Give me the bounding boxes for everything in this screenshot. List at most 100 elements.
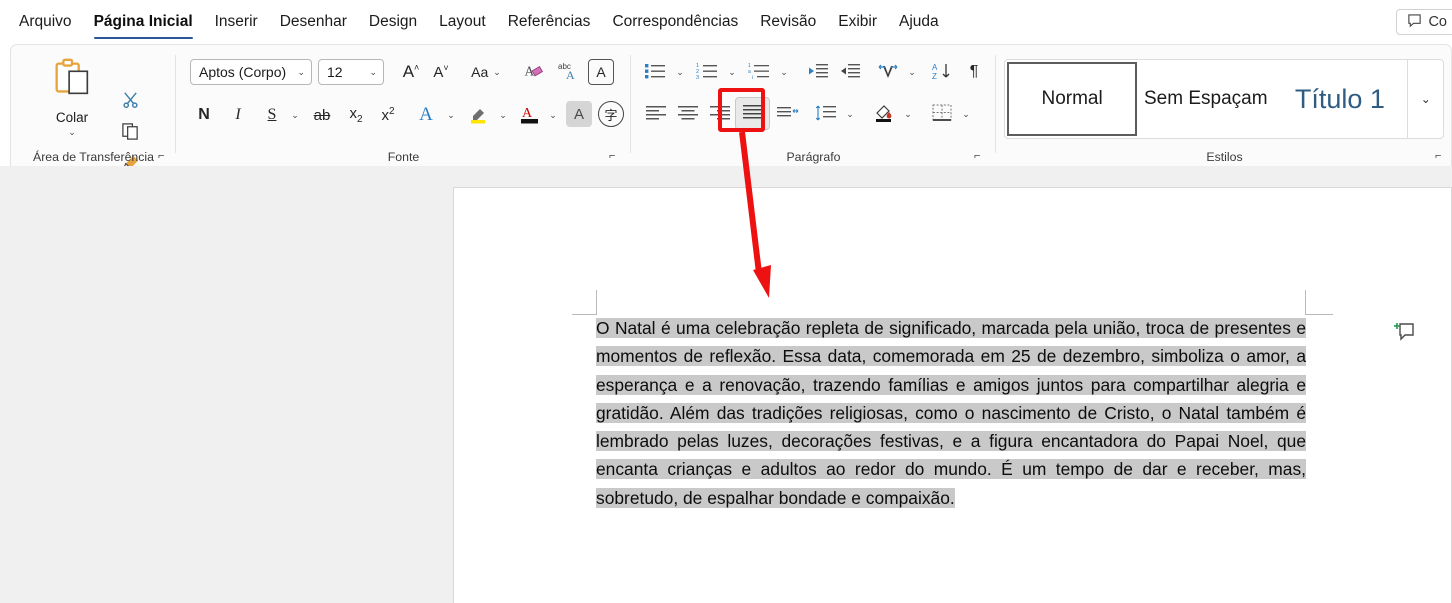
show-formatting-marks-button[interactable]: ¶ (961, 59, 987, 85)
tab-correspondencias[interactable]: Correspondências (601, 0, 749, 44)
multilevel-list-dropdown[interactable]: ⌄ (775, 59, 793, 85)
tab-ajuda[interactable]: Ajuda (888, 0, 950, 44)
chevron-down-icon: ⌄ (549, 109, 557, 120)
chevron-down-icon: ⌄ (904, 108, 912, 119)
styles-dialog-launcher[interactable]: ⌐ (1435, 150, 1447, 162)
tab-design[interactable]: Design (358, 0, 428, 44)
grow-font-button[interactable]: A˄ (398, 59, 424, 85)
bold-button[interactable]: N (190, 101, 218, 129)
multilevel-list-button[interactable]: 1ai (745, 59, 773, 85)
tab-arquivo[interactable]: Arquivo (8, 0, 83, 44)
comments-button[interactable]: Co (1396, 9, 1452, 35)
strikethrough-button[interactable]: ab (308, 101, 336, 129)
font-size-combo[interactable]: 12 ⌄ (318, 59, 384, 85)
tab-referencias[interactable]: Referências (497, 0, 602, 44)
chevron-down-icon: ⌄ (1420, 92, 1431, 106)
copy-button[interactable] (115, 121, 145, 147)
clear-formatting-icon: A (524, 61, 544, 83)
borders-button[interactable] (927, 99, 957, 129)
shrink-font-button[interactable]: A˅ (428, 59, 454, 85)
decrease-indent-icon (807, 62, 829, 83)
paragraph-dialog-launcher[interactable]: ⌐ (974, 150, 986, 162)
style-sem-espacamento[interactable]: Sem Espaçam (1139, 60, 1273, 138)
borders-dropdown[interactable]: ⌄ (957, 99, 975, 129)
svg-text:Z: Z (932, 72, 937, 80)
shading-button[interactable] (869, 99, 899, 129)
clipboard-dialog-launcher[interactable]: ⌐ (158, 150, 170, 162)
align-right-button[interactable] (705, 99, 735, 129)
character-shading-button[interactable]: 字 (598, 101, 624, 127)
tab-inserir[interactable]: Inserir (204, 0, 269, 44)
superscript-button[interactable]: x2 (374, 101, 402, 129)
pilcrow-icon: ¶ (969, 63, 979, 80)
paste-button[interactable]: Colar ⌄ (41, 55, 103, 143)
shading-dropdown[interactable]: ⌄ (899, 99, 917, 129)
numbering-dropdown[interactable]: ⌄ (723, 59, 741, 85)
ribbon-tab-bar: Arquivo Página Inicial Inserir Desenhar … (0, 0, 1452, 44)
align-center-button[interactable] (673, 99, 703, 129)
style-normal[interactable]: Normal (1007, 62, 1138, 136)
adjust-spacing-button[interactable] (773, 99, 803, 129)
text-highlight-button[interactable]: A (566, 101, 592, 127)
styles-more-button[interactable]: ⌄ (1407, 60, 1443, 138)
highlight-button[interactable] (464, 101, 494, 129)
subscript-icon: x2 (349, 105, 363, 125)
decrease-indent-button[interactable] (803, 59, 833, 85)
underline-button[interactable]: S (258, 101, 286, 129)
svg-text:3: 3 (696, 75, 699, 80)
text-effects-button[interactable]: A (412, 101, 440, 129)
tab-pagina-inicial[interactable]: Página Inicial (83, 0, 204, 44)
margin-mark-top-right-h (1306, 314, 1333, 315)
font-family-value: Aptos (Corpo) (199, 64, 287, 80)
italic-button[interactable]: I (224, 101, 252, 129)
tab-label: Exibir (838, 13, 877, 30)
line-spacing-dropdown[interactable]: ⌄ (841, 99, 859, 129)
shading-icon (872, 103, 896, 126)
align-left-button[interactable] (641, 99, 671, 129)
document-page[interactable]: O Natal é uma celebração repleta de sign… (453, 187, 1452, 603)
text-effects-dropdown[interactable]: ⌄ (442, 101, 460, 129)
add-comment-button[interactable] (1392, 319, 1418, 345)
justify-button[interactable] (735, 97, 770, 130)
clear-formatting-button[interactable]: A (520, 59, 548, 85)
character-border-button[interactable]: A (588, 59, 614, 85)
tab-label: Inserir (214, 13, 258, 30)
change-case-label: Aa (471, 64, 489, 80)
line-spacing-button[interactable] (811, 99, 841, 129)
text-effects-icon: A (419, 104, 433, 125)
text-direction-dropdown[interactable]: ⌄ (903, 59, 921, 85)
bullets-dropdown[interactable]: ⌄ (671, 59, 689, 85)
tab-layout[interactable]: Layout (428, 0, 497, 44)
font-family-combo[interactable]: Aptos (Corpo) ⌄ (190, 59, 312, 85)
tab-exibir[interactable]: Exibir (827, 0, 888, 44)
style-titulo-1[interactable]: Título 1 (1273, 60, 1407, 138)
sort-button[interactable]: AZ (927, 59, 957, 85)
tab-revisao[interactable]: Revisão (749, 0, 827, 44)
underline-dropdown[interactable]: ⌄ (286, 101, 304, 129)
chevron-down-icon[interactable]: ⌄ (68, 127, 76, 138)
margin-mark-top-left-v (596, 290, 597, 315)
tab-desenhar[interactable]: Desenhar (269, 0, 358, 44)
bullets-button[interactable] (641, 59, 669, 85)
svg-text:i: i (752, 75, 753, 80)
ribbon-group-paragraph: ⌄ 123 ⌄ 1ai ⌄ ⌄ A Z ¶ ⌄ ⌄ ⌄ Parágrafo ⌐ (631, 45, 996, 167)
text-direction-button[interactable] (873, 59, 903, 85)
font-color-dropdown[interactable]: ⌄ (544, 101, 562, 129)
tab-label: Referências (507, 13, 591, 30)
document-paragraph[interactable]: O Natal é uma celebração repleta de sign… (596, 314, 1306, 512)
highlight-dropdown[interactable]: ⌄ (494, 101, 512, 129)
increase-indent-button[interactable] (835, 59, 865, 85)
cut-button[interactable] (115, 89, 145, 115)
change-case-button[interactable]: Aa ⌄ (464, 59, 508, 85)
phonetic-guide-button[interactable]: abc A (554, 59, 582, 85)
font-dialog-launcher[interactable]: ⌐ (609, 150, 621, 162)
subscript-button[interactable]: x2 (342, 101, 370, 129)
ribbon-group-font: Aptos (Corpo) ⌄ 12 ⌄ A˄ A˅ Aa ⌄ A abc A … (176, 45, 631, 167)
chevron-down-icon: ⌄ (676, 66, 684, 77)
align-center-icon (677, 104, 699, 125)
numbering-button[interactable]: 123 (693, 59, 721, 85)
chevron-down-icon: ⌄ (369, 66, 377, 77)
font-color-button[interactable]: A (516, 101, 544, 129)
underline-label: S (267, 106, 277, 123)
italic-label: I (235, 106, 241, 123)
